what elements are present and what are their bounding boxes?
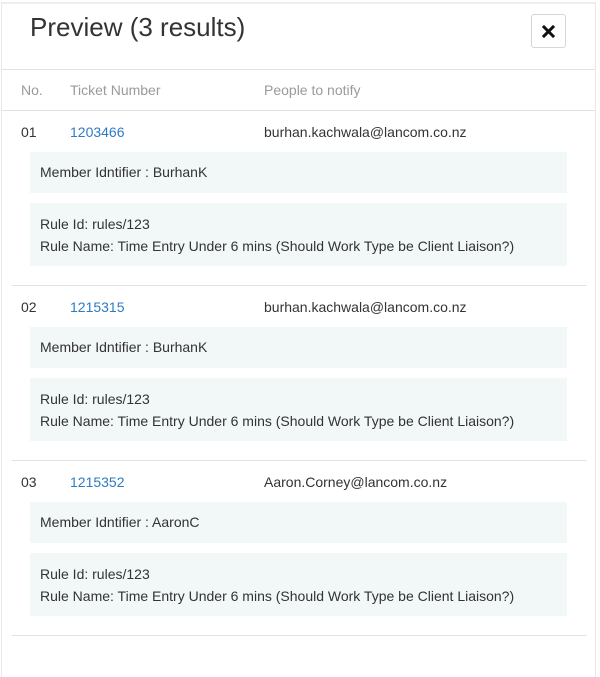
result-row: 01 1203466 burhan.kachwala@lancom.co.nz … [2,111,595,286]
notify-email: Aaron.Corney@lancom.co.nz [264,474,448,490]
row-number: 01 [21,124,37,140]
column-header-no: No. [21,82,43,98]
notify-email: burhan.kachwala@lancom.co.nz [264,124,467,140]
rule-details: Rule Id: rules/123 Rule Name: Time Entry… [30,378,567,441]
column-header-ticket-number: Ticket Number [70,82,161,98]
result-row: 03 1215352 Aaron.Corney@lancom.co.nz Mem… [2,461,595,636]
ticket-number-link[interactable]: 1215315 [70,299,125,315]
rule-id: Rule Id: rules/123 [40,216,150,232]
ticket-number-link[interactable]: 1203466 [70,124,125,140]
preview-panel: Preview (3 results) No. Ticket Number Pe… [1,2,596,677]
rule-name: Rule Name: Time Entry Under 6 mins (Shou… [40,238,515,254]
ticket-number-link[interactable]: 1215352 [70,474,125,490]
row-divider [12,635,587,636]
column-header-people-to-notify: People to notify [264,82,361,98]
row-number: 03 [21,474,37,490]
table-header: No. Ticket Number People to notify [2,2,595,112]
member-identifier: Member Idntifier : AaronC [30,502,567,543]
member-identifier: Member Idntifier : BurhanK [30,327,567,368]
rule-id: Rule Id: rules/123 [40,391,150,407]
notify-email: burhan.kachwala@lancom.co.nz [264,299,467,315]
rule-name: Rule Name: Time Entry Under 6 mins (Shou… [40,588,515,604]
rule-name: Rule Name: Time Entry Under 6 mins (Shou… [40,413,515,429]
row-number: 02 [21,299,37,315]
rule-id: Rule Id: rules/123 [40,566,150,582]
member-identifier: Member Idntifier : BurhanK [30,152,567,193]
result-row: 02 1215315 burhan.kachwala@lancom.co.nz … [2,286,595,461]
rule-details: Rule Id: rules/123 Rule Name: Time Entry… [30,203,567,266]
rule-details: Rule Id: rules/123 Rule Name: Time Entry… [30,553,567,616]
